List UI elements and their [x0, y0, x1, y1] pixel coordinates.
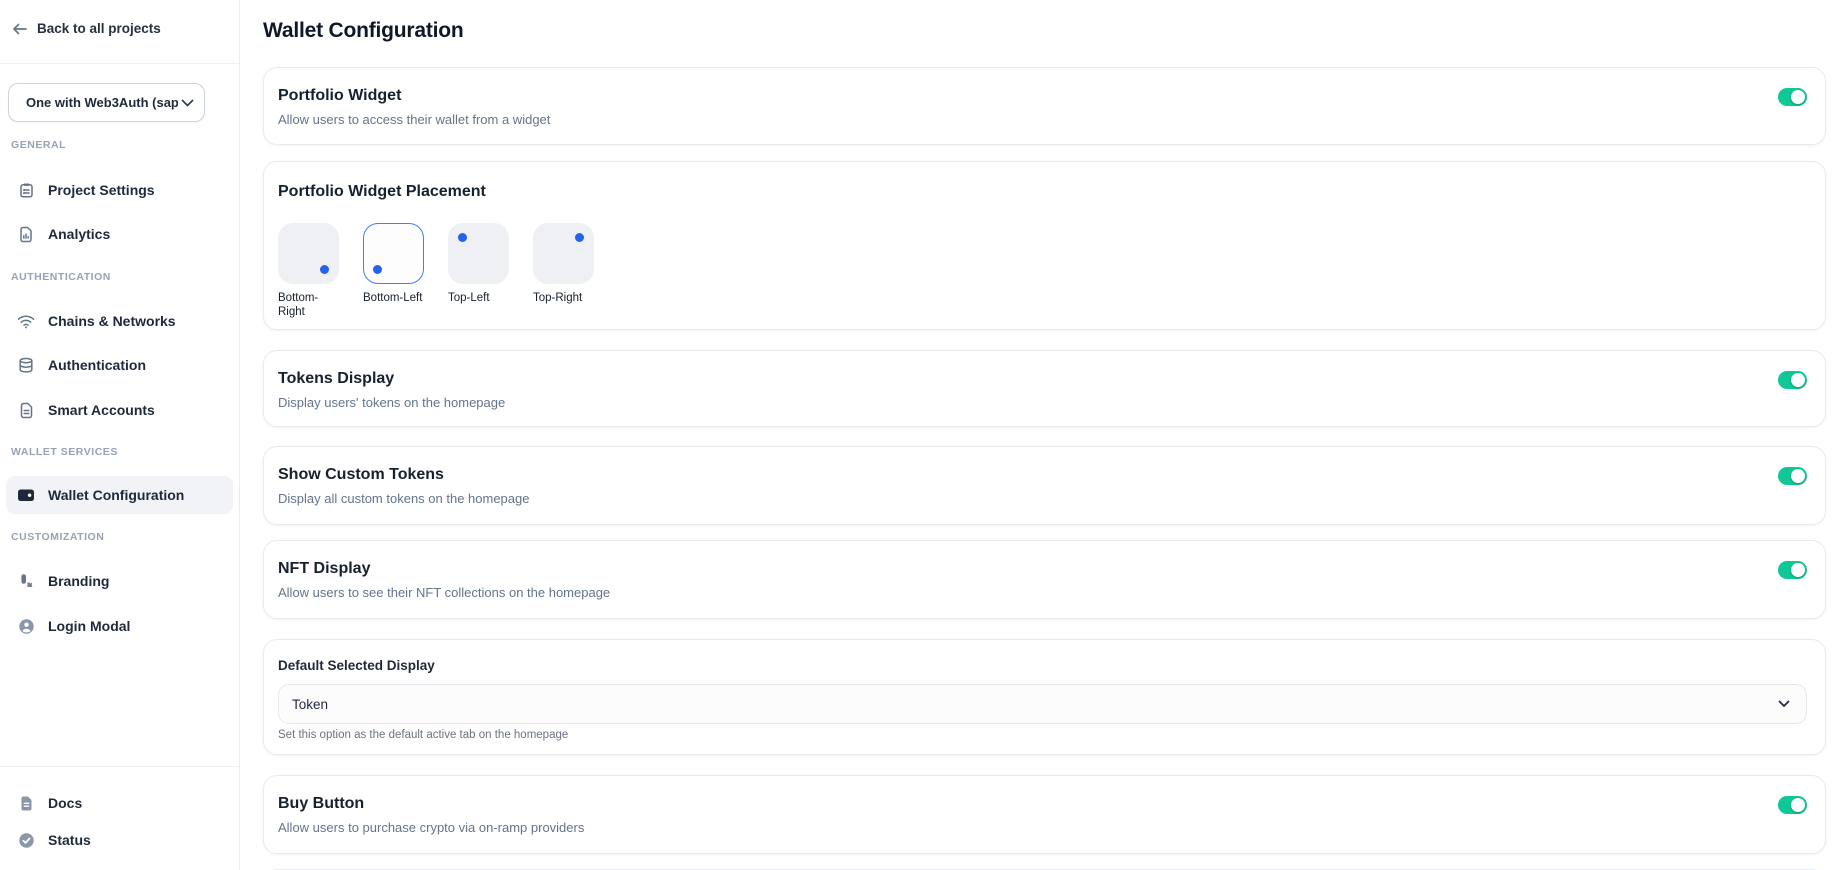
sidebar-divider	[0, 63, 239, 64]
section-label-general: GENERAL	[11, 139, 66, 151]
section-label-wallet-services: WALLET SERVICES	[11, 446, 118, 458]
section-label-customization: CUSTOMIZATION	[11, 531, 104, 543]
card-default-selected-display: Default Selected Display Token Set this …	[263, 639, 1826, 755]
card-title: Buy Button	[278, 794, 584, 813]
sidebar-item-label: Smart Accounts	[48, 402, 155, 418]
tokens-display-toggle[interactable]	[1778, 371, 1807, 389]
toggle-knob	[1791, 798, 1805, 812]
back-link-label: Back to all projects	[37, 21, 161, 36]
sidebar-footer-divider	[0, 766, 239, 767]
placement-options: Bottom-Right Bottom-Left Top-Left Top-Ri…	[278, 223, 1811, 319]
wifi-icon	[17, 312, 35, 330]
card-description: Allow users to see their NFT collections…	[278, 585, 610, 600]
card-title: Tokens Display	[278, 369, 505, 388]
placement-tile-top-right[interactable]	[533, 223, 594, 284]
card-tokens-display: Tokens Display Display users' tokens on …	[263, 350, 1826, 427]
placement-dot	[458, 233, 467, 242]
sidebar: Back to all projects One with Web3Auth (…	[0, 0, 240, 870]
sidebar-item-chains-networks[interactable]: Chains & Networks	[6, 303, 233, 339]
sidebar-item-docs[interactable]: Docs	[6, 785, 233, 821]
card-title: Portfolio Widget	[278, 86, 550, 105]
field-label: Default Selected Display	[278, 658, 1807, 673]
project-selector-value: One with Web3Auth (sap	[26, 95, 178, 110]
brush-icon	[17, 572, 35, 590]
card-description: Display users' tokens on the homepage	[278, 395, 505, 410]
wallet-icon	[17, 486, 35, 504]
show-custom-tokens-toggle[interactable]	[1778, 467, 1807, 485]
card-title: NFT Display	[278, 559, 610, 578]
card-description: Allow users to purchase crypto via on-ra…	[278, 820, 584, 835]
sidebar-item-login-modal[interactable]: Login Modal	[6, 608, 233, 644]
card-portfolio-widget: Portfolio Widget Allow users to access t…	[263, 67, 1826, 145]
sidebar-item-branding[interactable]: Branding	[6, 563, 233, 599]
page-title: Wallet Configuration	[263, 0, 1826, 42]
arrow-left-icon	[12, 22, 28, 36]
card-title: Show Custom Tokens	[278, 465, 529, 484]
sidebar-item-label: Docs	[48, 795, 82, 811]
analytics-file-icon	[17, 225, 35, 243]
sidebar-item-project-settings[interactable]: Project Settings	[6, 172, 233, 208]
default-display-select[interactable]: Token	[278, 684, 1807, 724]
card-buy-button: Buy Button Allow users to purchase crypt…	[263, 775, 1826, 854]
card-nft-display: NFT Display Allow users to see their NFT…	[263, 540, 1826, 619]
sidebar-item-label: Status	[48, 832, 91, 848]
placement-tile-bottom-right[interactable]	[278, 223, 339, 284]
sidebar-item-label: Project Settings	[48, 182, 155, 198]
chevron-down-icon	[1778, 700, 1790, 708]
card-portfolio-widget-placement: Portfolio Widget Placement Bottom-Right …	[263, 161, 1826, 330]
card-description: Display all custom tokens on the homepag…	[278, 491, 529, 506]
placement-dot	[373, 265, 382, 274]
placement-dot	[575, 233, 584, 242]
sidebar-item-smart-accounts[interactable]: Smart Accounts	[6, 392, 233, 428]
file-icon	[17, 401, 35, 419]
field-helper-text: Set this option as the default active ta…	[278, 729, 1807, 742]
placement-option-bottom-left: Bottom-Left	[363, 223, 424, 319]
project-selector-dropdown[interactable]: One with Web3Auth (sap	[8, 83, 205, 122]
toggle-knob	[1791, 469, 1805, 483]
sidebar-item-label: Authentication	[48, 357, 146, 373]
clipboard-icon	[17, 181, 35, 199]
docs-icon	[17, 794, 35, 812]
buy-button-toggle[interactable]	[1778, 796, 1807, 814]
placement-label: Bottom-Right	[278, 291, 339, 319]
chevron-down-icon	[181, 99, 194, 107]
user-circle-icon	[17, 617, 35, 635]
placement-label: Top-Right	[533, 291, 594, 305]
portfolio-widget-toggle[interactable]	[1778, 88, 1807, 106]
placement-dot	[320, 265, 329, 274]
placement-option-bottom-right: Bottom-Right	[278, 223, 339, 319]
placement-option-top-right: Top-Right	[533, 223, 594, 319]
sidebar-item-wallet-configuration[interactable]: Wallet Configuration	[6, 476, 233, 514]
card-description: Allow users to access their wallet from …	[278, 112, 550, 127]
sidebar-item-label: Chains & Networks	[48, 313, 176, 329]
placement-tile-bottom-left[interactable]	[363, 223, 424, 284]
sidebar-item-status[interactable]: Status	[6, 822, 233, 858]
placement-label: Top-Left	[448, 291, 509, 305]
sidebar-item-analytics[interactable]: Analytics	[6, 216, 233, 252]
database-icon	[17, 356, 35, 374]
section-label-authentication: AUTHENTICATION	[11, 271, 111, 283]
sidebar-item-label: Branding	[48, 573, 109, 589]
toggle-knob	[1791, 563, 1805, 577]
card-title: Portfolio Widget Placement	[278, 182, 1811, 201]
nft-display-toggle[interactable]	[1778, 561, 1807, 579]
back-to-projects-link[interactable]: Back to all projects	[12, 21, 161, 36]
placement-label: Bottom-Left	[363, 291, 424, 305]
select-value: Token	[292, 697, 328, 712]
sidebar-item-label: Login Modal	[48, 618, 130, 634]
placement-option-top-left: Top-Left	[448, 223, 509, 319]
sidebar-item-authentication[interactable]: Authentication	[6, 347, 233, 383]
status-check-icon	[17, 831, 35, 849]
toggle-knob	[1791, 373, 1805, 387]
sidebar-item-label: Wallet Configuration	[48, 487, 184, 503]
card-show-custom-tokens: Show Custom Tokens Display all custom to…	[263, 446, 1826, 525]
main-content: Wallet Configuration Portfolio Widget Al…	[240, 0, 1840, 870]
sidebar-item-label: Analytics	[48, 226, 110, 242]
placement-tile-top-left[interactable]	[448, 223, 509, 284]
toggle-knob	[1791, 90, 1805, 104]
